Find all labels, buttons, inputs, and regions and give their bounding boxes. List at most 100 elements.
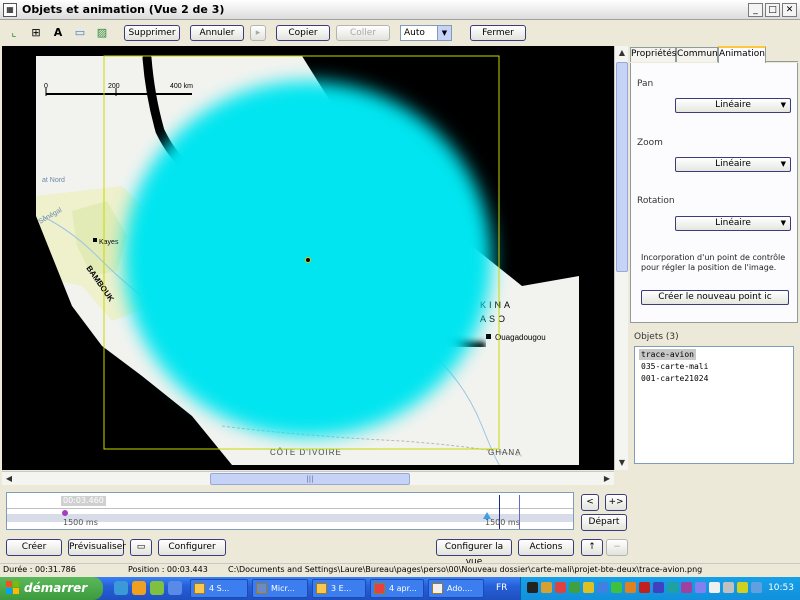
move-up-button[interactable]: ↑ xyxy=(581,539,603,556)
pan-label: Pan xyxy=(637,79,654,89)
task-item[interactable]: 4 apr... xyxy=(370,579,424,598)
chevron-down-icon: ▼ xyxy=(780,101,786,109)
tray-icon[interactable] xyxy=(639,582,650,593)
tray-icon[interactable] xyxy=(667,582,678,593)
task-item[interactable]: 4 S... xyxy=(190,579,248,598)
configurer-button[interactable]: Configurer xyxy=(158,539,226,556)
task-item[interactable]: Ado.... xyxy=(428,579,484,598)
move-down-button[interactable]: − xyxy=(606,539,628,556)
supprimer-button[interactable]: Supprimer xyxy=(124,25,180,41)
label-kayes: Kayes xyxy=(99,239,119,246)
redo-icon[interactable]: ▸ xyxy=(250,25,266,41)
tray-icon[interactable] xyxy=(611,582,622,593)
toolbar: ⌞ ⊞ A ▭ ▨ Supprimer Annuler ▸ Copier Col… xyxy=(0,21,800,45)
canvas-area[interactable]: 0 200 400 km at Nord Sénégal Kayes BAMBO… xyxy=(2,46,614,470)
zoom-interp-select[interactable]: Linéaire ▼ xyxy=(675,157,791,172)
tab-commun[interactable]: Commun xyxy=(676,47,718,62)
label-faso-2: ASO xyxy=(480,314,508,324)
task-item[interactable]: Micr... xyxy=(252,579,308,598)
status-position: Position : 00:03.443 xyxy=(128,565,208,574)
creer-button[interactable]: Créer xyxy=(6,539,62,556)
chevron-down-icon: ▼ xyxy=(780,219,786,227)
depart-button[interactable]: Départ xyxy=(581,514,627,531)
horizontal-scroll-thumb[interactable]: ||| xyxy=(210,473,410,485)
tab-proprietes[interactable]: Propriétés xyxy=(630,47,676,62)
tray-icon[interactable] xyxy=(555,582,566,593)
maximize-button[interactable]: □ xyxy=(765,3,780,17)
objects-list[interactable]: trace-avion 035-carte-mali 001-carte2102… xyxy=(634,346,794,464)
create-control-point-button[interactable]: Créer le nouveau point ic xyxy=(641,290,789,305)
scroll-up-icon[interactable]: ▲ xyxy=(615,46,629,60)
firefox-icon[interactable] xyxy=(132,581,146,595)
center-point[interactable] xyxy=(305,257,311,263)
scroll-right-icon[interactable]: ▶ xyxy=(600,472,614,486)
close-button[interactable]: ✕ xyxy=(782,3,797,17)
annuler-button[interactable]: Annuler xyxy=(190,25,244,41)
scroll-down-icon[interactable]: ▼ xyxy=(615,456,629,470)
canvas-backdrop-bottom xyxy=(2,465,614,470)
task-icon xyxy=(374,583,385,594)
desktop-icon[interactable] xyxy=(150,581,164,595)
picture-tool-icon[interactable]: ▨ xyxy=(94,25,110,41)
current-time-label: 00:03.460 xyxy=(61,496,106,506)
tray-icon[interactable] xyxy=(709,582,720,593)
coller-button[interactable]: Coller xyxy=(336,25,390,41)
start-button[interactable]: démarrer xyxy=(0,577,103,600)
list-item[interactable]: trace-avion xyxy=(639,349,696,360)
tray-icon[interactable] xyxy=(737,582,748,593)
language-indicator[interactable]: FR xyxy=(496,577,507,600)
tray-icon[interactable] xyxy=(681,582,692,593)
animation-tab-body: Pan Linéaire ▼ Zoom Linéaire ▼ Rotation … xyxy=(630,63,798,323)
tray-icon[interactable] xyxy=(583,582,594,593)
ie-icon[interactable] xyxy=(114,581,128,595)
scroll-left-icon[interactable]: ◀ xyxy=(2,472,16,486)
tab-animation[interactable]: Animation xyxy=(718,46,766,63)
rotation-select[interactable]: Linéaire ▼ xyxy=(675,216,791,231)
zoom-select[interactable]: Auto ▼ xyxy=(400,25,452,41)
window-title: Objets et animation (Vue 2 de 3) xyxy=(22,3,225,16)
actions-button[interactable]: Actions xyxy=(518,539,574,556)
zoom-select-value: Auto xyxy=(404,28,425,38)
rectangle-tool-icon[interactable]: ▭ xyxy=(72,25,88,41)
tray-icon[interactable] xyxy=(597,582,608,593)
tray-icon[interactable] xyxy=(541,582,552,593)
tray-icon[interactable] xyxy=(695,582,706,593)
copier-button[interactable]: Copier xyxy=(276,25,330,41)
horizontal-scrollbar[interactable]: ◀ ||| ▶ xyxy=(2,471,614,485)
rotation-label: Rotation xyxy=(637,196,675,206)
label-ouagadougou: Ouagadougou xyxy=(495,333,546,342)
tray-icon[interactable] xyxy=(625,582,636,593)
pan-select[interactable]: Linéaire ▼ xyxy=(675,98,791,113)
vertical-scroll-thumb[interactable] xyxy=(616,62,628,272)
chevron-down-icon: ▼ xyxy=(437,26,451,40)
tray-icon[interactable] xyxy=(723,582,734,593)
text-tool-icon[interactable]: A xyxy=(50,25,66,41)
task-icon xyxy=(432,583,443,594)
volume-icon[interactable] xyxy=(751,582,762,593)
timeline-zoom-out-button[interactable]: < xyxy=(581,494,599,511)
task-item[interactable]: 3 E... xyxy=(312,579,366,598)
list-item[interactable]: 035-carte-mali xyxy=(639,361,710,372)
list-item[interactable]: 001-carte21024 xyxy=(639,373,710,384)
tray-icon[interactable] xyxy=(653,582,664,593)
media-icon[interactable] xyxy=(168,581,182,595)
minimize-button[interactable]: _ xyxy=(748,3,763,17)
task-label: 3 E... xyxy=(331,584,352,593)
canvas-backdrop-top xyxy=(2,46,614,56)
timeline-zoom-in-button[interactable]: +> xyxy=(605,494,627,511)
configurer-la-vue-button[interactable]: Configurer la vue xyxy=(436,539,512,567)
chevron-down-icon: ▼ xyxy=(780,160,786,168)
tray-icon[interactable] xyxy=(569,582,580,593)
start-keyframe-icon[interactable] xyxy=(62,510,68,516)
scale-label-200: 200 xyxy=(108,83,120,90)
vertical-scrollbar[interactable]: ▲ ▼ xyxy=(614,46,628,470)
timeline[interactable]: 00:03.460 1500 ms 1500 ms xyxy=(6,492,574,530)
previsualiser-button[interactable]: Prévisualiser xyxy=(68,539,126,556)
rotation-select-value: Linéaire xyxy=(715,218,751,228)
tray-icon[interactable] xyxy=(527,582,538,593)
crop-tool-icon[interactable]: ⌞ xyxy=(6,25,22,41)
image-tool-icon[interactable]: ⊞ xyxy=(28,25,44,41)
screen-icon[interactable]: ▭ xyxy=(130,539,152,556)
fermer-button[interactable]: Fermer xyxy=(470,25,526,41)
task-icon xyxy=(256,583,267,594)
